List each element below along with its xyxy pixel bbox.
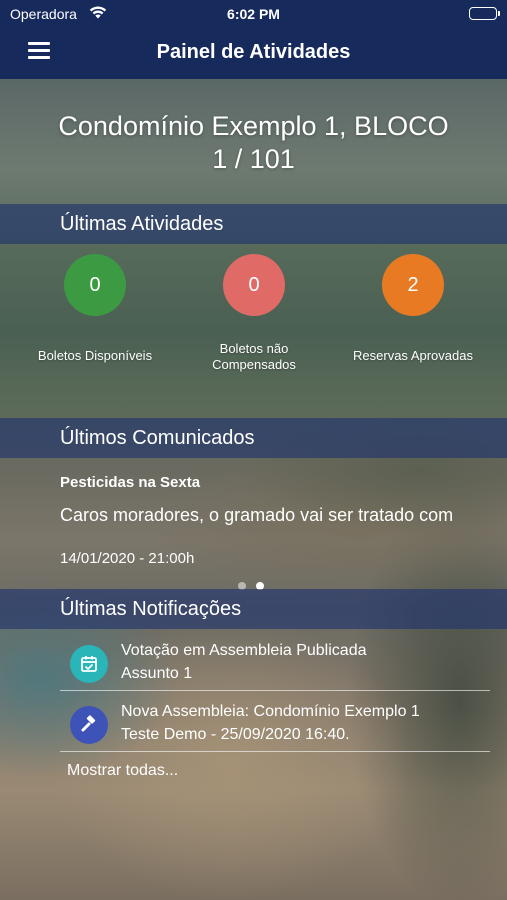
section-title-activities: Últimas Atividades bbox=[60, 213, 224, 235]
notification-subtitle: Assunto 1 bbox=[121, 665, 193, 682]
section-header-activities: Últimas Atividades bbox=[0, 204, 507, 244]
show-all-notifications-link[interactable]: Mostrar todas... bbox=[67, 762, 178, 780]
stat-label-line1: Boletos não bbox=[219, 341, 289, 356]
announcement-title: Pesticidas na Sexta bbox=[60, 474, 201, 491]
stat-count-badge: 0 bbox=[64, 254, 126, 316]
announcement-body: Caros moradores, o gramado vai ser trata… bbox=[60, 505, 454, 525]
clock: 6:02 PM bbox=[227, 6, 280, 22]
stat-count-badge: 2 bbox=[382, 254, 444, 316]
section-title-notifications: Últimas Notificações bbox=[60, 598, 242, 620]
notification-title: Votação em Assembleia Publicada bbox=[121, 642, 367, 659]
notification-title: Nova Assembleia: Condomínio Exemplo 1 bbox=[121, 703, 420, 720]
section-title-announcements: Últimos Comunicados bbox=[60, 427, 255, 449]
notification-subtitle: Teste Demo - 25/09/2020 16:40. bbox=[121, 726, 350, 743]
status-bar: Operadora 6:02 PM bbox=[0, 0, 507, 28]
activity-stats: 0 Boletos Disponíveis 0 Boletos não Comp… bbox=[0, 254, 507, 384]
battery-icon bbox=[469, 7, 500, 20]
condominium-name: Condomínio Exemplo 1, BLOCO 1 / 101 bbox=[40, 110, 467, 176]
notification-text: Nova Assembleia: Condomínio Exemplo 1 Te… bbox=[121, 700, 420, 746]
gavel-icon bbox=[70, 706, 108, 744]
section-header-announcements: Últimos Comunicados bbox=[0, 418, 507, 458]
stat-label-line2: Compensados bbox=[212, 357, 296, 372]
stat-boletos-disponiveis[interactable]: 0 Boletos Disponíveis bbox=[20, 254, 170, 364]
calendar-check-icon bbox=[70, 645, 108, 683]
stat-boletos-nao-compensados[interactable]: 0 Boletos não Compensados bbox=[179, 254, 329, 373]
stat-label: Boletos não Compensados bbox=[179, 341, 329, 373]
stat-label: Reservas Aprovadas bbox=[353, 348, 473, 363]
stat-reservas-aprovadas[interactable]: 2 Reservas Aprovadas bbox=[338, 254, 488, 364]
page-title: Painel de Atividades bbox=[156, 41, 351, 63]
stat-label: Boletos Disponíveis bbox=[37, 348, 153, 363]
stat-count-badge: 0 bbox=[223, 254, 285, 316]
notification-text: Votação em Assembleia Publicada Assunto … bbox=[121, 639, 366, 685]
section-header-notifications: Últimas Notificações bbox=[0, 589, 507, 629]
nav-bar: Painel de Atividades bbox=[0, 28, 507, 79]
notification-item[interactable]: Nova Assembleia: Condomínio Exemplo 1 Te… bbox=[60, 694, 490, 752]
notification-item[interactable]: Votação em Assembleia Publicada Assunto … bbox=[60, 633, 490, 691]
condominium-unit: 1 / 101 bbox=[212, 144, 295, 174]
condominium-name-line1: Condomínio Exemplo 1, BLOCO bbox=[58, 111, 449, 141]
announcement-date: 14/01/2020 - 21:00h bbox=[60, 550, 195, 567]
